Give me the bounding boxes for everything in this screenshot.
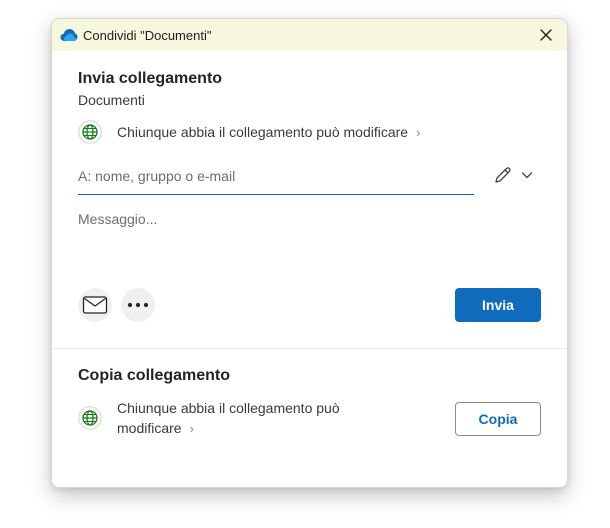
pencil-icon[interactable] [493, 165, 513, 185]
close-button[interactable] [535, 24, 557, 46]
send-permission-link[interactable]: Chiunque abbia il collegamento può modif… [117, 122, 420, 143]
chevron-right-icon: › [189, 421, 194, 436]
title-bar: Condividi "Documenti" [52, 19, 567, 51]
send-button[interactable]: Invia [455, 288, 541, 322]
globe-icon [78, 120, 102, 144]
more-options-button[interactable] [121, 288, 155, 322]
window-title: Condividi "Documenti" [83, 28, 212, 43]
copy-button[interactable]: Copia [455, 402, 541, 436]
chevron-down-icon[interactable] [520, 168, 534, 182]
chevron-right-icon: › [416, 125, 421, 140]
copy-permission-line2: modificare [117, 420, 182, 436]
shared-item-name: Documenti [78, 92, 145, 108]
section-divider [52, 348, 567, 349]
send-link-heading: Invia collegamento [78, 70, 223, 87]
copy-permission-link[interactable]: Chiunque abbia il collegamento può modif… [117, 398, 417, 439]
mail-icon [82, 296, 108, 314]
share-dialog: Condividi "Documenti" Invia collegamento… [51, 18, 568, 488]
copy-permission-line1: Chiunque abbia il collegamento può [117, 400, 340, 416]
recipient-input[interactable] [78, 162, 474, 195]
copy-link-heading: Copia collegamento [78, 367, 231, 384]
send-permission-text: Chiunque abbia il collegamento può modif… [117, 124, 409, 140]
more-icon [127, 302, 149, 308]
onedrive-cloud-icon [60, 29, 78, 41]
outlook-mail-button[interactable] [78, 288, 112, 322]
close-icon [540, 29, 552, 41]
globe-icon [78, 406, 102, 430]
message-input[interactable] [78, 211, 538, 271]
